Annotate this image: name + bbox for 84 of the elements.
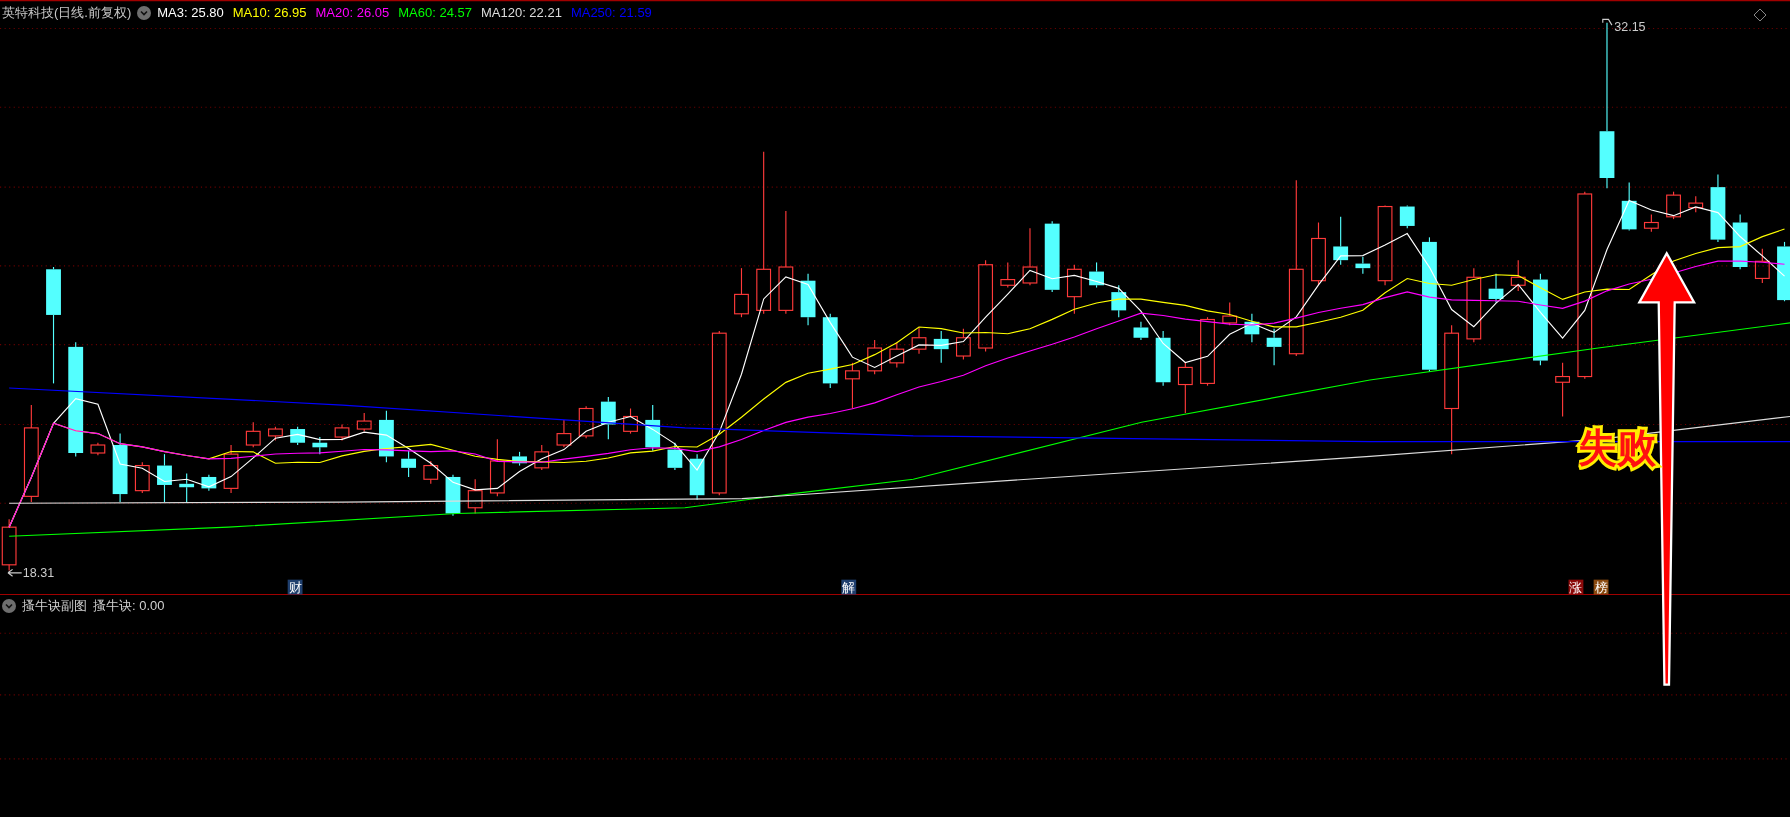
candlestick xyxy=(1732,213,1748,270)
chevron-down-icon[interactable] xyxy=(2,598,16,613)
candlestick xyxy=(1488,273,1504,303)
candlestick xyxy=(600,396,616,440)
candlestick xyxy=(90,442,106,456)
candlestick xyxy=(889,341,905,368)
candlestick xyxy=(1266,328,1282,366)
candlestick xyxy=(134,461,150,494)
candlestick xyxy=(867,339,883,375)
candlestick xyxy=(1177,362,1193,414)
candlestick xyxy=(157,453,172,503)
candlestick xyxy=(689,453,705,501)
candlestick xyxy=(534,444,550,471)
candlestick xyxy=(1133,321,1149,341)
candlestick xyxy=(312,436,328,455)
candlestick xyxy=(1333,216,1349,266)
event-marker[interactable]: 解 xyxy=(841,579,857,596)
candlestick xyxy=(1200,316,1215,387)
candlestick xyxy=(1066,264,1082,315)
moving-average-label: MA3: 25.80 xyxy=(157,4,224,22)
arrow-icon xyxy=(7,568,23,577)
chart-title: 英特科技(日线.前复权) xyxy=(2,4,132,22)
candlestick xyxy=(578,405,594,439)
event-marker[interactable]: 涨 xyxy=(1568,579,1584,596)
price-label: 18.31 xyxy=(22,566,55,581)
candlestick xyxy=(223,444,239,494)
candlestick xyxy=(1777,241,1790,302)
candlestick xyxy=(1000,261,1016,289)
moving-average-label: MA60: 24.57 xyxy=(398,4,472,22)
candlestick xyxy=(268,426,283,441)
candlestick xyxy=(1155,330,1171,387)
candlestick xyxy=(933,330,949,364)
candlestick xyxy=(1710,174,1726,243)
candlestick xyxy=(1355,256,1371,275)
chevron-down-icon[interactable] xyxy=(137,5,152,20)
candlestick xyxy=(734,267,749,318)
candlestick xyxy=(955,328,971,360)
candlestick xyxy=(423,460,439,485)
candlestick xyxy=(1111,284,1127,318)
candlestick xyxy=(1,518,17,572)
price-label: 32.15 xyxy=(1614,19,1646,34)
candlestick xyxy=(489,438,505,497)
candlestick xyxy=(445,474,461,517)
panel-title: 搔牛诀副图 xyxy=(22,597,87,615)
candlestick xyxy=(1311,221,1326,286)
candlestick xyxy=(112,433,128,503)
candlestick xyxy=(334,423,350,441)
candlestick xyxy=(623,407,638,435)
leader-line xyxy=(1602,18,1613,26)
moving-average-label: MA10: 26.95 xyxy=(232,4,307,22)
indicator-value: 搔牛诀: 0.00 xyxy=(93,597,165,615)
candlestick xyxy=(1399,204,1415,229)
candlestick xyxy=(800,273,816,326)
candlestick xyxy=(1688,195,1704,213)
candlestick xyxy=(401,450,416,478)
candlestick xyxy=(245,421,261,448)
diamond-icon[interactable] xyxy=(1753,8,1767,22)
candlestick xyxy=(1244,313,1260,343)
candlestick xyxy=(1666,191,1681,220)
candlestick xyxy=(1754,248,1770,284)
candlestick xyxy=(1621,182,1637,232)
moving-average-label: MA250: 21.59 xyxy=(570,4,652,22)
candlestick xyxy=(1510,259,1526,292)
candlestick xyxy=(1089,261,1104,289)
candlestick xyxy=(379,410,394,463)
candlestick xyxy=(1555,362,1570,418)
candlestick xyxy=(512,451,527,467)
candlestick xyxy=(201,474,217,492)
candlestick xyxy=(356,412,372,432)
candlestick xyxy=(290,426,306,446)
candlestick xyxy=(179,472,195,503)
candlestick xyxy=(667,442,683,471)
candlestick xyxy=(645,404,661,452)
candlestick xyxy=(556,419,572,448)
candlestick xyxy=(911,326,927,355)
candlestick xyxy=(1222,301,1238,326)
candlestick xyxy=(1643,213,1659,233)
event-marker[interactable]: 财 xyxy=(287,579,303,596)
event-marker[interactable]: 榜 xyxy=(1593,579,1609,596)
candlestick xyxy=(845,362,860,410)
candlestick xyxy=(1022,227,1038,286)
moving-average-label: MA20: 26.05 xyxy=(315,4,390,22)
candlestick xyxy=(467,478,483,515)
moving-average-label: MA120: 22.21 xyxy=(480,4,562,22)
